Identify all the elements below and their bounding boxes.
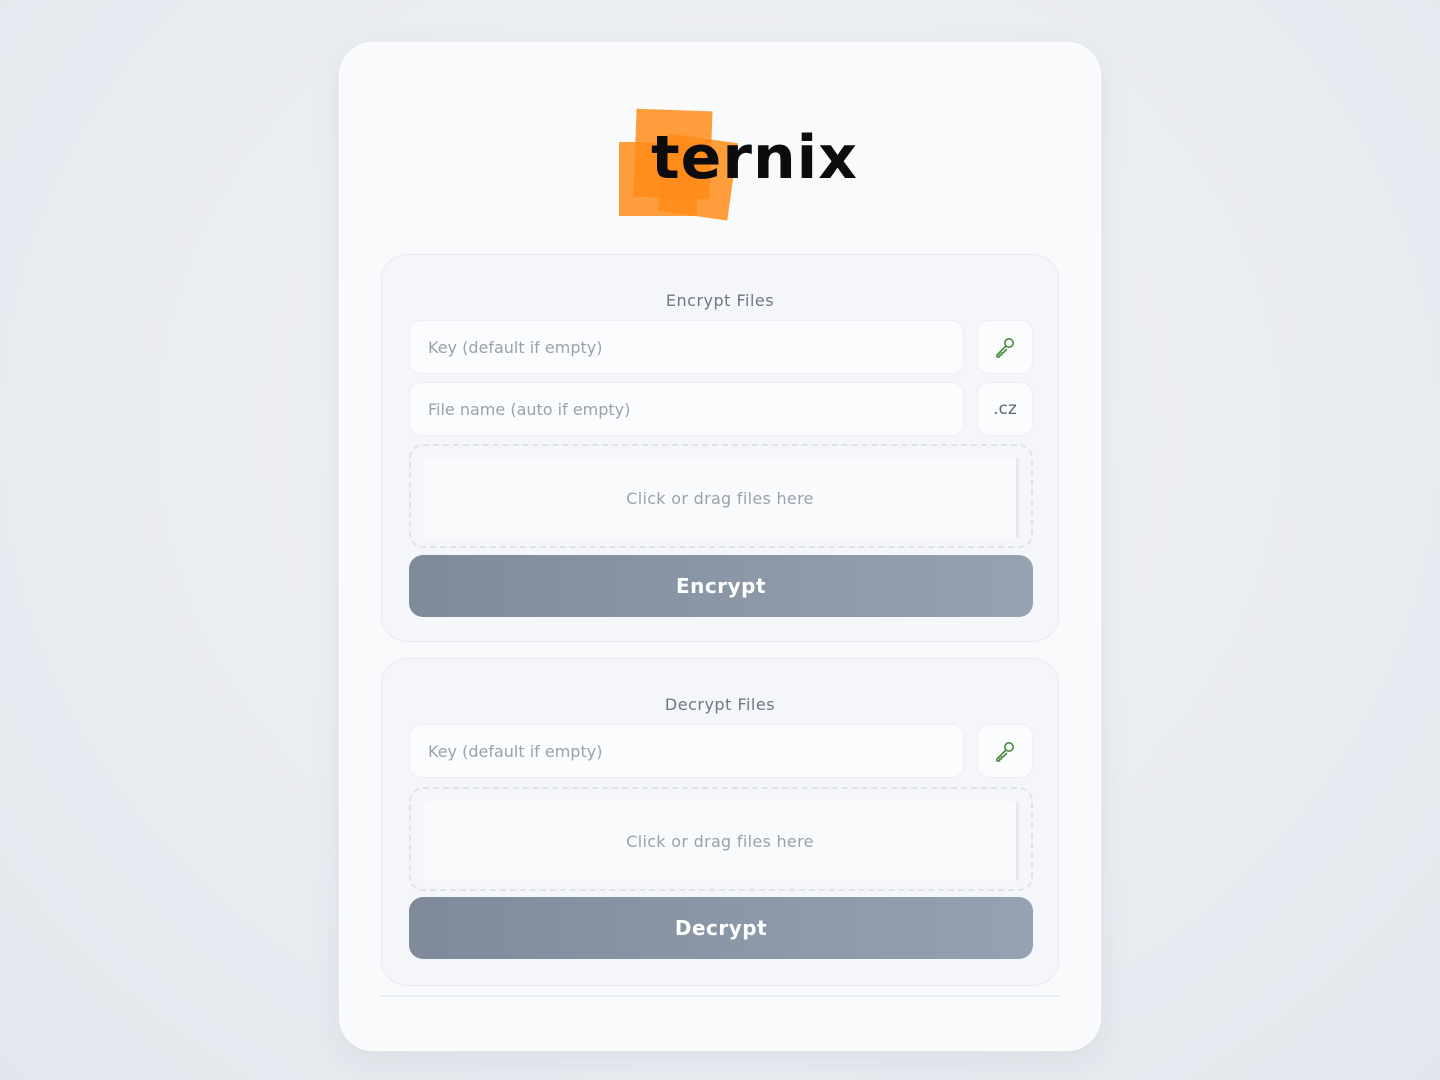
encrypt-dropzone[interactable]: Click or drag files here — [409, 444, 1033, 548]
decrypt-key-input[interactable] — [409, 724, 964, 778]
encrypt-filename-input[interactable] — [409, 382, 964, 436]
bottom-divider — [381, 995, 1059, 997]
decrypt-key-button[interactable] — [977, 724, 1033, 778]
encrypt-key-input[interactable] — [409, 320, 964, 374]
ternix-logo: ternix — [617, 108, 857, 224]
encrypt-dropzone-text: Click or drag files here — [626, 488, 814, 508]
main-card: ternix Encrypt Files .cz Click or drag f… — [339, 42, 1101, 1051]
extension-button[interactable]: .cz — [977, 382, 1033, 436]
decrypt-dropzone[interactable]: Click or drag files here — [409, 787, 1033, 891]
key-icon — [996, 338, 1014, 358]
decrypt-button[interactable]: Decrypt — [409, 897, 1033, 959]
logo-wordmark: ternix — [651, 123, 858, 193]
encrypt-dropzone-area[interactable]: Click or drag files here — [423, 458, 1017, 538]
decrypt-title: Decrypt Files — [664, 695, 776, 714]
encrypt-button[interactable]: Encrypt — [409, 555, 1033, 617]
key-icon — [996, 742, 1014, 762]
decrypt-dropzone-area[interactable]: Click or drag files here — [423, 801, 1017, 881]
encrypt-dropzone-scrollbar[interactable] — [1016, 458, 1019, 538]
encrypt-key-button[interactable] — [977, 320, 1033, 374]
decrypt-panel: Decrypt Files Click or drag files here D… — [381, 658, 1059, 986]
extension-label: .cz — [993, 399, 1017, 419]
decrypt-dropzone-scrollbar[interactable] — [1016, 801, 1019, 881]
decrypt-dropzone-text: Click or drag files here — [626, 831, 814, 851]
encrypt-panel: Encrypt Files .cz Click or drag files he… — [381, 254, 1059, 642]
encrypt-title: Encrypt Files — [665, 291, 775, 310]
